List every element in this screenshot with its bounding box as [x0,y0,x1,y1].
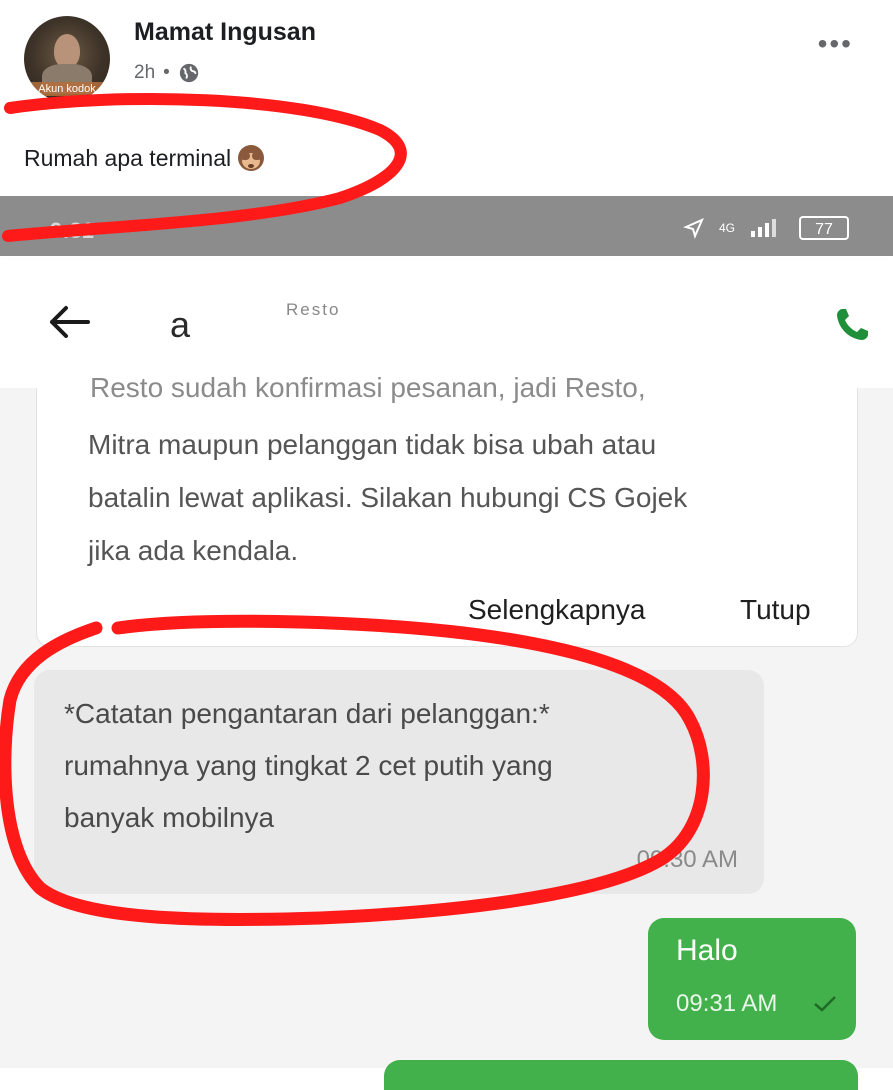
see-no-evil-monkey-icon [238,145,265,171]
close-button[interactable]: Tutup [740,594,811,626]
info-card-actions: Selengkapnya Tutup [36,588,856,638]
location-icon [683,218,704,239]
info-card-text: Mitra maupun pelanggan tidak bisa ubah a… [88,418,808,577]
back-arrow-icon[interactable] [44,302,92,342]
note-line: rumahnya yang tingkat 2 cet putih yang [64,750,553,781]
avatar[interactable]: Akun kodok [24,16,110,102]
more-dots-icon[interactable]: ••• [818,28,853,60]
customer-note-bubble: *Catatan pengantaran dari pelanggan:* ru… [34,670,764,894]
battery-icon: 77 [799,216,849,240]
post-caption: Rumah apa terminal [24,144,232,171]
chat-title: a [170,304,191,345]
post-meta: 2h • [134,62,200,84]
status-time: 9:31 [50,218,95,243]
info-card-cut-line: Resto sudah konfirmasi pesanan, jadi Res… [90,372,646,403]
info-line: batalin lewat aplikasi. Silakan hubungi … [88,482,688,513]
more-button[interactable]: Selengkapnya [468,594,645,626]
sent-message-time: 09:31 AM [676,990,778,1017]
next-message-bubble [384,1060,858,1090]
meta-separator: • [163,62,170,83]
note-timestamp: 09:30 AM [636,846,738,873]
avatar-face [54,34,80,68]
avatar-badge: Akun kodok [24,82,110,96]
author-name[interactable]: Mamat Ingusan [134,18,316,47]
chat-subtitle: Resto [286,300,341,319]
post-time[interactable]: 2h [134,62,155,84]
post-text: Rumah apa terminal [24,142,267,174]
check-icon [814,996,836,1012]
chat-header: a Resto [0,260,893,388]
phone-status-bar: 9:31 4G 77 [0,196,893,256]
info-line: Mitra maupun pelanggan tidak bisa ubah a… [88,429,657,460]
post-header: Akun kodok Mamat Ingusan 2h • ••• [0,0,893,110]
note-text: *Catatan pengantaran dari pelanggan:* ru… [64,688,724,844]
chat-area: Resto sudah konfirmasi pesanan, jadi Res… [0,372,893,1090]
network-label: 4G [718,221,735,235]
sent-message-bubble[interactable]: Halo 09:31 AM [648,918,856,1040]
sent-message-text: Halo [676,934,738,967]
note-line: banyak mobilnya [64,802,275,833]
info-line: jika ada kendala. [88,535,299,566]
globe-icon [179,63,198,83]
status-icons: 4G 77 [683,216,849,240]
phone-icon[interactable] [833,306,871,344]
note-line: *Catatan pengantaran dari pelanggan:* [64,698,550,729]
signal-icon [751,219,776,237]
